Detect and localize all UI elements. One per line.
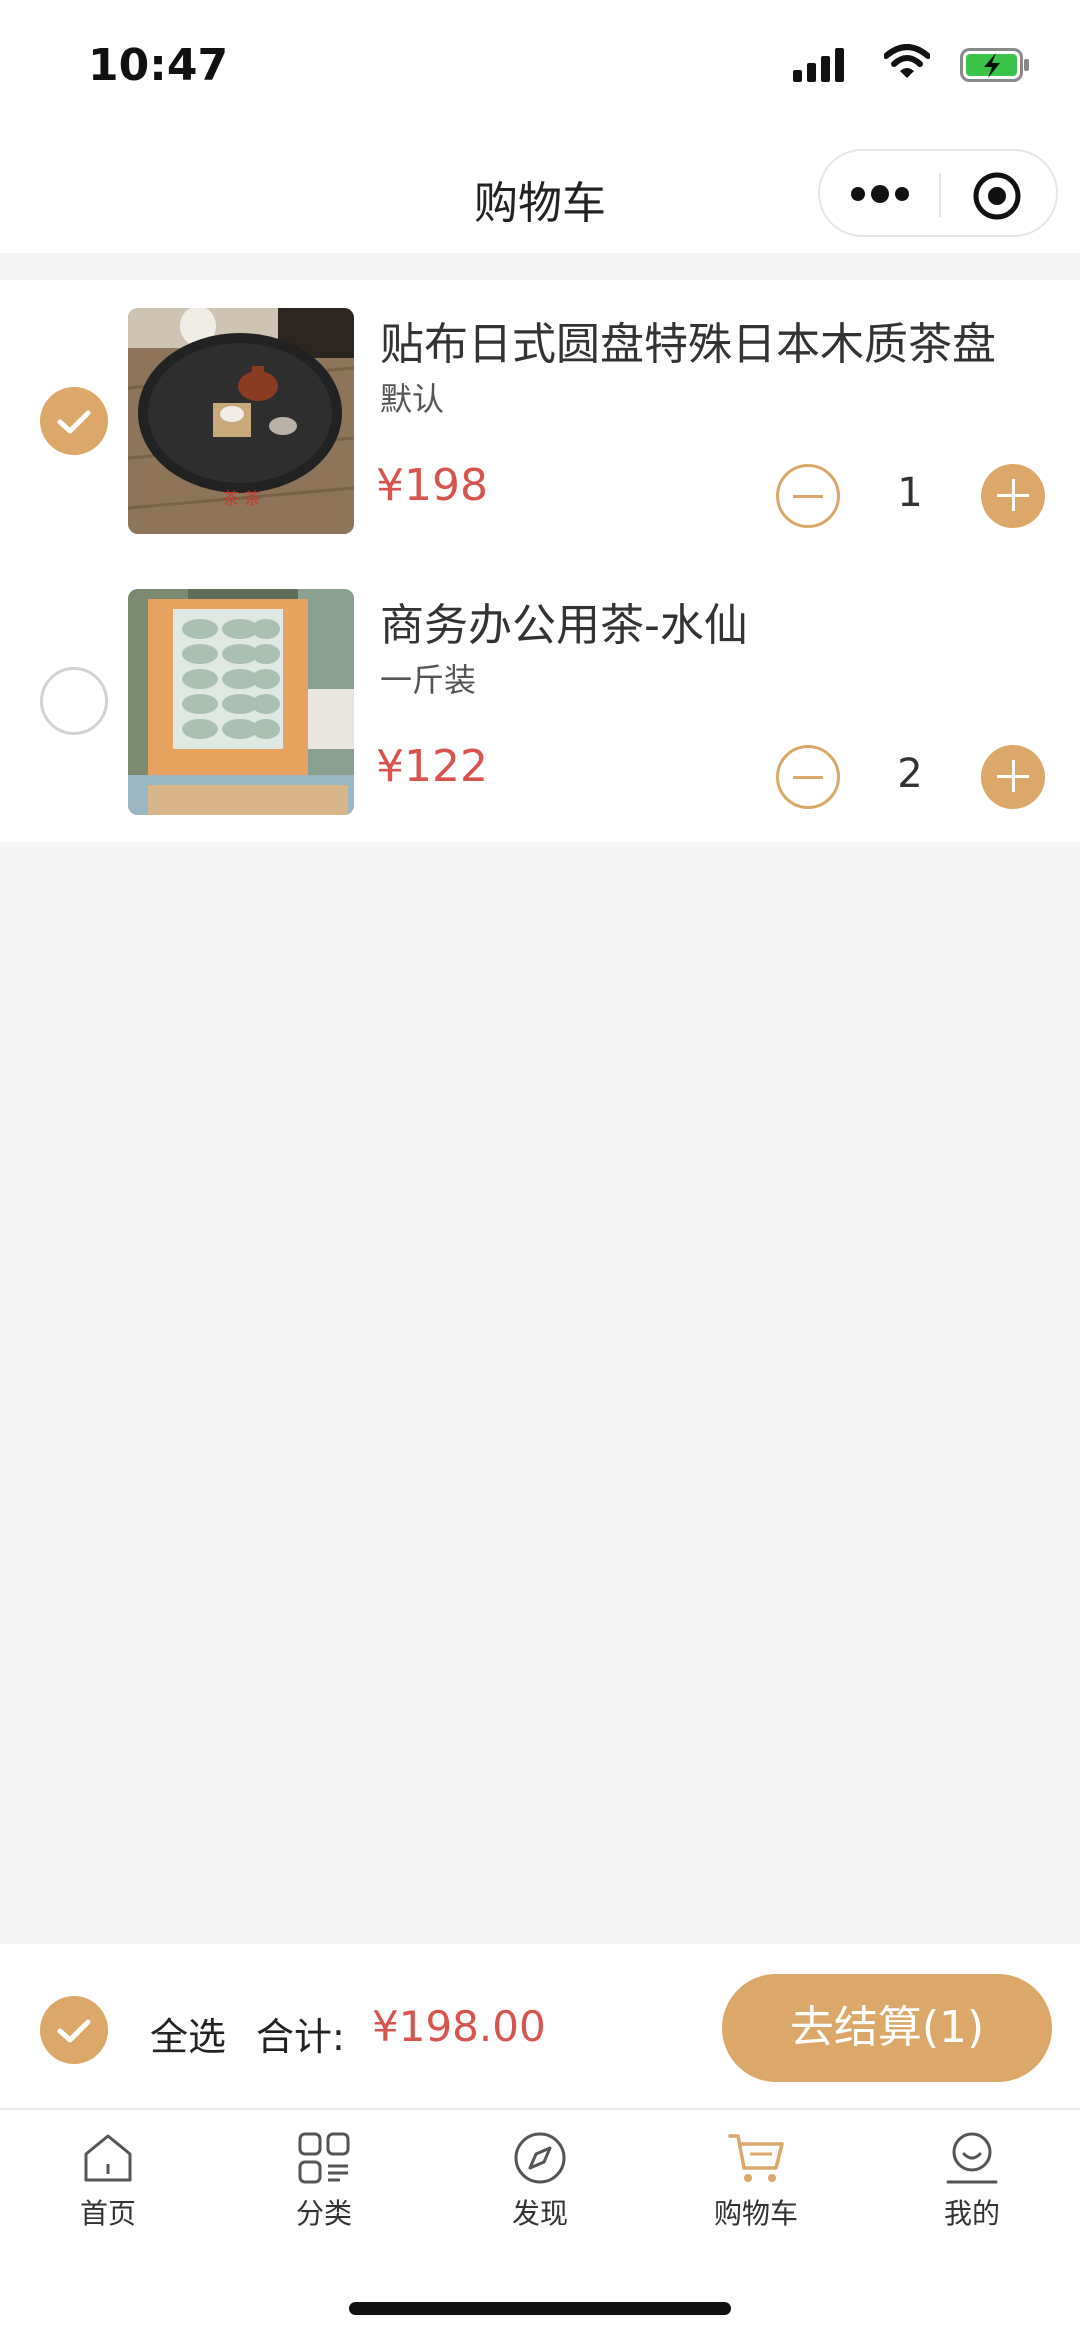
battery-icon [960,48,1029,82]
category-icon [298,2132,350,2184]
tab-cart[interactable]: 购物车 [686,2130,826,2232]
signal-icon [793,48,844,82]
decrease-qty-button[interactable] [776,745,840,809]
tab-label: 发现 [511,2197,568,2230]
product-price: ¥122 [376,741,488,792]
tab-category[interactable]: 分类 [254,2130,394,2232]
select-all-checkbox[interactable] [40,1996,108,2064]
tab-label: 购物车 [713,2197,798,2230]
cart-summary-bar: 全选 合计: ¥198.00 去结算(1) [0,1944,1080,2108]
more-icon[interactable] [848,179,912,209]
item-checkbox[interactable] [40,667,108,735]
mini-program-capsule [818,149,1058,237]
total-value: ¥198.00 [372,2002,546,2051]
item-checkbox[interactable] [40,387,108,455]
svg-text:茶 茶: 茶 茶 [223,489,260,508]
capsule-divider [939,173,941,217]
profile-icon [946,2132,998,2184]
tab-discover[interactable]: 发现 [470,2130,610,2232]
compass-icon [514,2132,566,2184]
quantity-value: 1 [897,470,923,516]
increase-qty-button[interactable] [981,464,1045,528]
check-icon [57,2019,91,2043]
tab-profile[interactable]: 我的 [902,2130,1042,2232]
decrease-qty-button[interactable] [776,464,840,528]
nav-bar: 购物车 [0,135,1080,253]
quantity-value: 2 [897,751,923,797]
product-spec: 一斤装 [380,661,477,699]
product-name[interactable]: 贴布日式圆盘特殊日本木质茶盘 [380,308,996,372]
tab-label: 我的 [943,2197,1000,2230]
check-icon [57,410,91,434]
cart-item: 茶 茶 贴布日式圆盘特殊日本木质茶盘 默认 ¥198 1 [0,280,1080,561]
status-time: 10:47 [88,40,229,91]
status-bar: 10:47 [0,0,1080,135]
tab-label: 首页 [79,2197,136,2230]
close-target-icon[interactable] [972,171,1022,221]
product-price: ¥198 [376,460,488,511]
cart-icon [728,2134,784,2182]
product-image-tea-box[interactable] [128,589,354,815]
cart-list: 茶 茶 贴布日式圆盘特殊日本木质茶盘 默认 ¥198 1 商务办公用茶-水仙 一… [0,280,1080,842]
home-icon [84,2134,132,2182]
cart-item: 商务办公用茶-水仙 一斤装 ¥122 2 [0,561,1080,842]
home-indicator [349,2302,731,2315]
product-spec: 默认 [380,380,445,418]
increase-qty-button[interactable] [981,745,1045,809]
product-name[interactable]: 商务办公用茶-水仙 [380,589,748,653]
product-image-tea-tray[interactable]: 茶 茶 [128,308,354,534]
wifi-icon [884,44,930,78]
tab-home[interactable]: 首页 [38,2130,178,2232]
select-all-label[interactable]: 全选 [150,2006,226,2061]
tab-bar: 首页 分类 发现 购物车 我的 [0,2108,1080,2337]
tab-label: 分类 [295,2197,352,2230]
checkout-button[interactable]: 去结算(1) [722,1974,1052,2082]
total-label: 合计: [256,2015,345,2059]
